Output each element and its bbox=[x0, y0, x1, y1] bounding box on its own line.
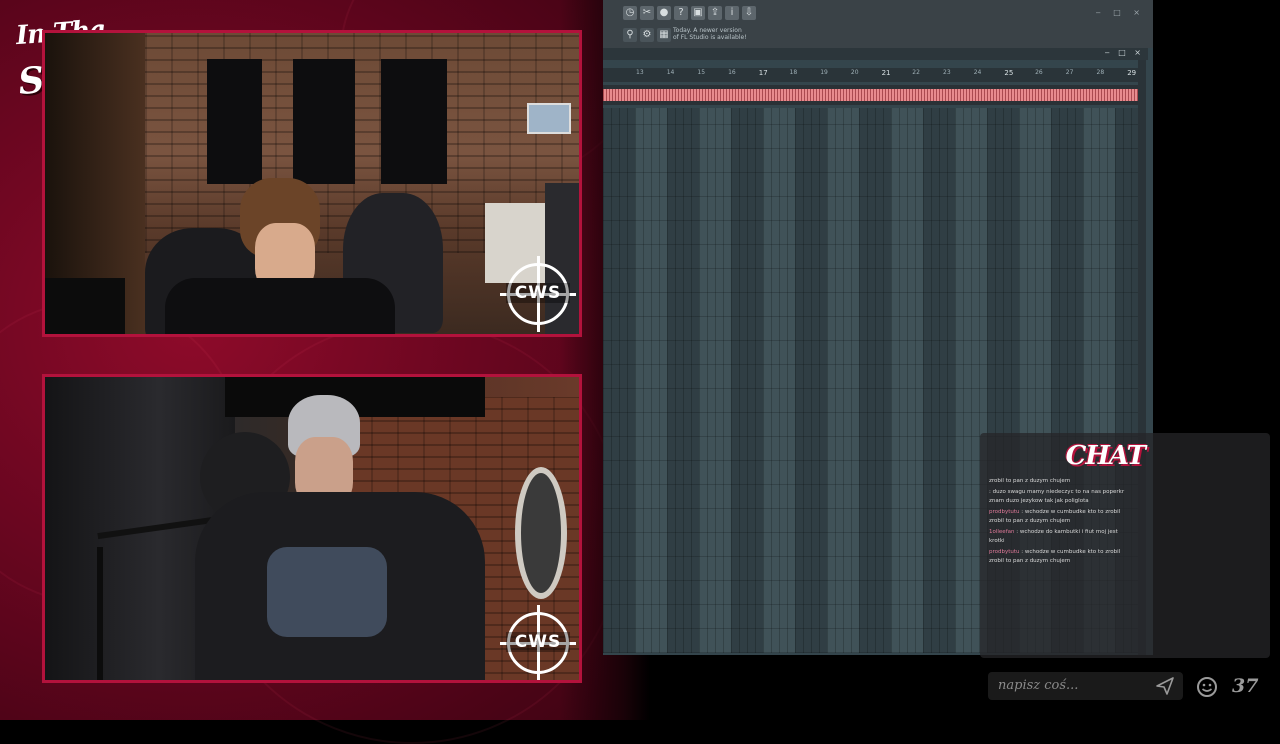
playlist-window-controls[interactable]: ‒ □ × bbox=[1105, 48, 1144, 57]
window-controls[interactable]: ‒ □ × bbox=[1096, 8, 1145, 17]
chat-message: : duzo swagu mamy niedeczyc to na nas po… bbox=[989, 488, 1129, 506]
chat-text: zrobil to pan z duzym chujem bbox=[989, 478, 1071, 484]
chat-message: prodbytutu : wchodze w cumbudke kto to z… bbox=[989, 548, 1129, 566]
ruler-tick: 16 bbox=[728, 69, 736, 76]
cws-logo: CWS bbox=[500, 605, 576, 680]
chat-username[interactable]: 1olleefan bbox=[989, 529, 1016, 535]
wall-poster bbox=[527, 103, 571, 134]
mic-stand bbox=[97, 547, 103, 680]
cws-logo: CWS bbox=[500, 256, 576, 332]
ruler-tick: 24 bbox=[973, 69, 982, 76]
ruler-tick: 28 bbox=[1096, 69, 1105, 76]
clock-icon[interactable]: ◷ bbox=[623, 6, 637, 20]
plugin-icon[interactable]: ⚙ bbox=[640, 28, 654, 42]
webcam-producer: CWS bbox=[42, 30, 582, 337]
save-icon[interactable]: ▣ bbox=[691, 6, 705, 20]
timeline-ruler[interactable]: 13 14 15 16 17 18 19 20 21 22 23 24 25 26 27 28 29 bbox=[603, 68, 1138, 82]
ruler-tick: 20 bbox=[850, 69, 859, 76]
ruler-tick: 23 bbox=[943, 69, 951, 76]
chat-username[interactable]: prodbytutu bbox=[989, 509, 1021, 515]
chat-input[interactable]: napisz coś... bbox=[988, 672, 1183, 700]
camera-scene bbox=[45, 377, 579, 680]
camera-scene bbox=[45, 33, 579, 334]
fl-toolbar: ◷ ✂ ● ? ▣ ⇪ i ⇩ ⚲ ⚙ ▦ Today. A newer ver… bbox=[603, 0, 1153, 48]
person-body bbox=[165, 278, 395, 334]
chat-panel: CHAT zrobil to pan z duzym chujem : duzo … bbox=[980, 433, 1270, 658]
chat-message: zrobil to pan z duzym chujem bbox=[989, 477, 1129, 486]
acoustic-panel bbox=[293, 59, 355, 184]
info-icon[interactable]: i bbox=[725, 6, 739, 20]
chat-username[interactable]: prodbytutu bbox=[989, 549, 1021, 555]
ruler-tick: 18 bbox=[789, 69, 798, 76]
ruler-tick: 21 bbox=[881, 69, 891, 77]
chat-message: prodbytutu : wchodze w cumbudke kto to z… bbox=[989, 508, 1129, 526]
ruler-tick: 14 bbox=[666, 69, 675, 76]
round-window bbox=[515, 467, 567, 599]
piano bbox=[45, 278, 125, 334]
send-icon[interactable] bbox=[1155, 676, 1175, 696]
chat-title: CHAT bbox=[1065, 441, 1146, 471]
pin-icon[interactable]: ⚲ bbox=[623, 28, 637, 42]
chat-message: 1olleefan : wchodze do kambutki i fiut m… bbox=[989, 528, 1129, 546]
webcam-vocalist: CWS bbox=[42, 374, 582, 683]
ruler-tick: 27 bbox=[1065, 69, 1074, 76]
ruler-tick: 13 bbox=[636, 69, 644, 76]
ruler-tick: 25 bbox=[1004, 69, 1014, 77]
chat-messages: zrobil to pan z duzym chujem : duzo swagu… bbox=[989, 477, 1129, 568]
chat-text: : duzo swagu mamy niedeczyc to na nas po… bbox=[989, 489, 1125, 504]
ruler-tick: 17 bbox=[758, 69, 768, 77]
ruler-tick: 15 bbox=[697, 69, 706, 76]
audio-track[interactable] bbox=[603, 85, 1144, 105]
ruler-tick: 26 bbox=[1035, 69, 1043, 76]
help-icon[interactable]: ? bbox=[674, 6, 688, 20]
update-notice[interactable]: Today. A newer version of FL Studio is a… bbox=[673, 27, 748, 41]
chat-input-placeholder: napisz coś... bbox=[998, 678, 1079, 693]
acoustic-panel bbox=[381, 59, 447, 184]
download-icon[interactable]: ⇩ bbox=[742, 6, 756, 20]
acoustic-panel bbox=[207, 59, 262, 184]
emoji-icon[interactable] bbox=[1196, 676, 1218, 698]
hoodie-print bbox=[267, 547, 387, 637]
cut-icon[interactable]: ✂ bbox=[640, 6, 654, 20]
grid-icon[interactable]: ▦ bbox=[657, 28, 671, 42]
export-icon[interactable]: ⇪ bbox=[708, 6, 722, 20]
ruler-tick: 29 bbox=[1127, 69, 1137, 77]
playlist-titlebar: ‒ □ × bbox=[603, 48, 1148, 60]
ruler-tick: 22 bbox=[912, 69, 920, 76]
mic-icon[interactable]: ● bbox=[657, 6, 671, 20]
ruler-tick: 19 bbox=[820, 69, 828, 76]
viewer-count: 37 bbox=[1232, 675, 1259, 697]
audio-clip[interactable] bbox=[603, 89, 1144, 101]
